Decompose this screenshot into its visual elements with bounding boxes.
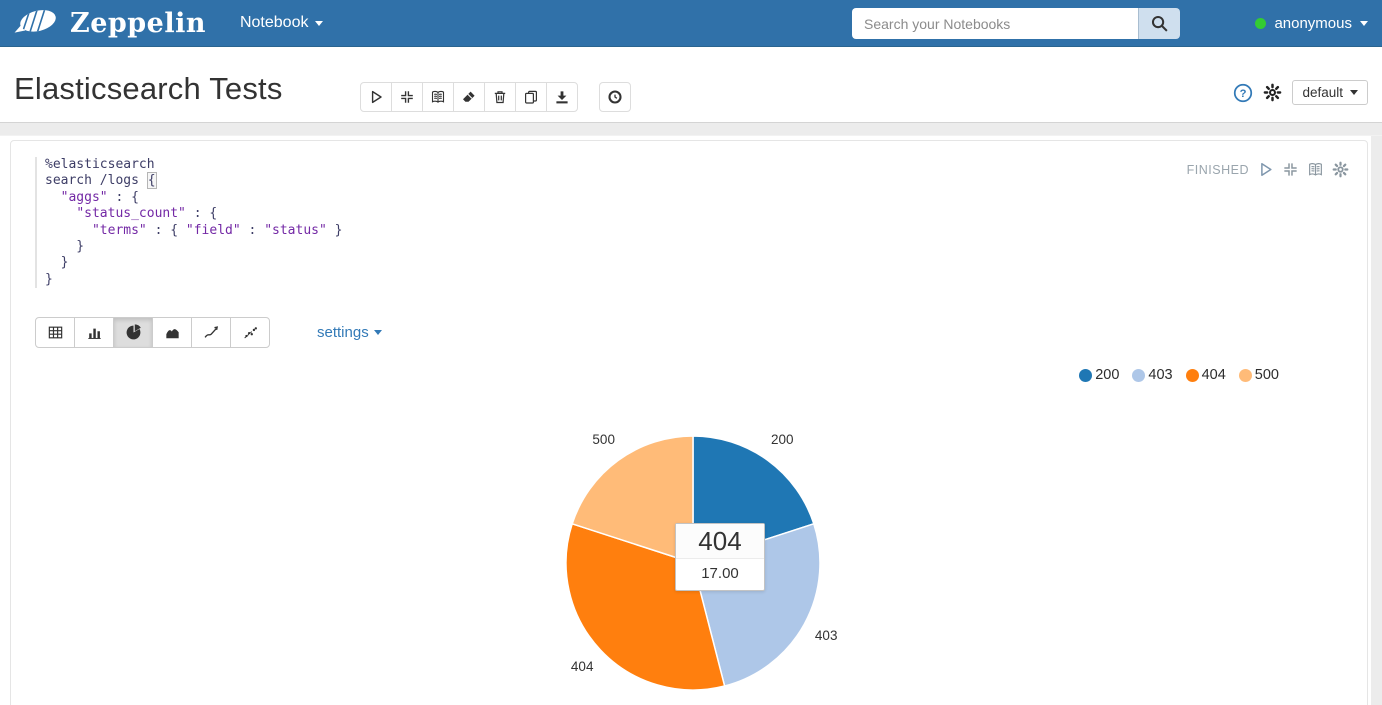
code-line: "terms" : { "field" : "status" } bbox=[45, 223, 342, 239]
notebook-menu[interactable]: Notebook bbox=[240, 14, 324, 32]
compress-button[interactable] bbox=[391, 82, 423, 112]
code-line: search /logs { bbox=[45, 173, 342, 189]
play-icon bbox=[368, 89, 384, 105]
chart-tooltip: 404 17.00 bbox=[675, 523, 765, 591]
book-icon bbox=[430, 89, 446, 105]
trash-icon bbox=[492, 89, 508, 105]
chart-type-toolbar bbox=[35, 317, 270, 348]
book-button[interactable] bbox=[422, 82, 454, 112]
paragraph-status: FINISHED bbox=[1187, 163, 1249, 177]
legend-item-404[interactable]: 404 bbox=[1186, 367, 1226, 383]
code-line: %elasticsearch bbox=[45, 157, 342, 173]
clone-icon bbox=[523, 89, 539, 105]
user-status-dot bbox=[1255, 18, 1266, 29]
zeppelin-brand[interactable]: Zeppelin bbox=[12, 7, 206, 39]
header-divider bbox=[0, 122, 1382, 136]
gear-icon[interactable] bbox=[1263, 83, 1282, 102]
chart-legend: 200 403 404 500 bbox=[1079, 367, 1279, 383]
user-name: anonymous bbox=[1274, 15, 1352, 32]
note-toolbar bbox=[360, 82, 578, 112]
search-input[interactable] bbox=[852, 8, 1138, 39]
area-chart-icon bbox=[164, 324, 181, 341]
svg-text:?: ? bbox=[1240, 88, 1247, 100]
legend-item-403[interactable]: 403 bbox=[1132, 367, 1172, 383]
pie-label-404: 404 bbox=[571, 659, 594, 674]
note-title[interactable]: Elasticsearch Tests bbox=[14, 71, 283, 107]
scheduler-button[interactable] bbox=[599, 82, 631, 112]
chart-type-line-button[interactable] bbox=[191, 317, 231, 348]
bar-chart-icon bbox=[86, 324, 103, 341]
code-line: } bbox=[45, 255, 342, 271]
chart-type-bar-button[interactable] bbox=[74, 317, 114, 348]
scrollbar-track[interactable] bbox=[1371, 136, 1382, 705]
compress-icon bbox=[399, 89, 415, 105]
legend-swatch bbox=[1186, 369, 1199, 382]
note-header: Elasticsearch Tests ? default bbox=[0, 47, 1382, 122]
paragraph-compress-icon[interactable] bbox=[1282, 161, 1299, 178]
legend-label: 404 bbox=[1202, 367, 1226, 383]
search-button[interactable] bbox=[1138, 8, 1180, 39]
zeppelin-logo-icon bbox=[12, 7, 64, 39]
code-editor[interactable]: %elasticsearchsearch /logs { "aggs" : { … bbox=[35, 157, 342, 288]
chart-type-area-button[interactable] bbox=[152, 317, 192, 348]
chart-type-scatter-button[interactable] bbox=[230, 317, 270, 348]
eraser-icon bbox=[461, 89, 477, 105]
legend-label: 200 bbox=[1095, 367, 1119, 383]
legend-item-200[interactable]: 200 bbox=[1079, 367, 1119, 383]
chart-settings-label: settings bbox=[317, 324, 369, 341]
table-icon bbox=[47, 324, 64, 341]
legend-swatch bbox=[1239, 369, 1252, 382]
legend-label: 500 bbox=[1255, 367, 1279, 383]
chart-type-pie-button[interactable] bbox=[113, 317, 153, 348]
pie-label-500: 500 bbox=[592, 432, 615, 447]
chevron-down-icon bbox=[374, 330, 382, 335]
search-icon bbox=[1150, 14, 1169, 33]
paragraph-book-icon[interactable] bbox=[1307, 161, 1324, 178]
notebook-search bbox=[852, 8, 1180, 39]
clone-button[interactable] bbox=[515, 82, 547, 112]
top-navbar: Zeppelin Notebook anonymous bbox=[0, 0, 1382, 47]
paragraph-gear-icon[interactable] bbox=[1332, 161, 1349, 178]
tooltip-title: 404 bbox=[676, 524, 764, 559]
notebook-menu-label: Notebook bbox=[240, 14, 309, 32]
paragraph-controls: FINISHED bbox=[1187, 161, 1349, 178]
code-line: "status_count" : { bbox=[45, 206, 342, 222]
interpreter-binding-label: default bbox=[1302, 85, 1343, 100]
interpreter-binding-button[interactable]: default bbox=[1292, 80, 1368, 105]
tooltip-value: 17.00 bbox=[676, 559, 764, 590]
download-icon bbox=[554, 89, 570, 105]
paragraph-control-icons bbox=[1257, 161, 1349, 178]
paragraph-card: %elasticsearchsearch /logs { "aggs" : { … bbox=[10, 140, 1368, 705]
user-menu[interactable]: anonymous bbox=[1255, 0, 1368, 47]
brand-name: Zeppelin bbox=[70, 8, 206, 39]
download-button[interactable] bbox=[546, 82, 578, 112]
line-chart-icon bbox=[203, 324, 220, 341]
scatter-chart-icon bbox=[242, 324, 259, 341]
chevron-down-icon bbox=[315, 21, 323, 26]
legend-swatch bbox=[1079, 369, 1092, 382]
trash-button[interactable] bbox=[484, 82, 516, 112]
chevron-down-icon bbox=[1360, 21, 1368, 26]
legend-label: 403 bbox=[1148, 367, 1172, 383]
chevron-down-icon bbox=[1350, 90, 1358, 95]
note-header-right: ? default bbox=[1233, 80, 1368, 105]
code-line: } bbox=[45, 272, 342, 288]
code-line: "aggs" : { bbox=[45, 190, 342, 206]
play-button[interactable] bbox=[360, 82, 392, 112]
legend-swatch bbox=[1132, 369, 1145, 382]
help-icon[interactable]: ? bbox=[1233, 83, 1253, 103]
chart-settings-link[interactable]: settings bbox=[317, 324, 382, 341]
code-line: } bbox=[45, 239, 342, 255]
pie-label-200: 200 bbox=[771, 432, 794, 447]
paragraph-play-icon[interactable] bbox=[1257, 161, 1274, 178]
legend-item-500[interactable]: 500 bbox=[1239, 367, 1279, 383]
eraser-button[interactable] bbox=[453, 82, 485, 112]
pie-chart-icon bbox=[125, 324, 142, 341]
pie-label-403: 403 bbox=[815, 628, 838, 643]
clock-icon bbox=[607, 89, 623, 105]
chart-type-table-button[interactable] bbox=[35, 317, 75, 348]
